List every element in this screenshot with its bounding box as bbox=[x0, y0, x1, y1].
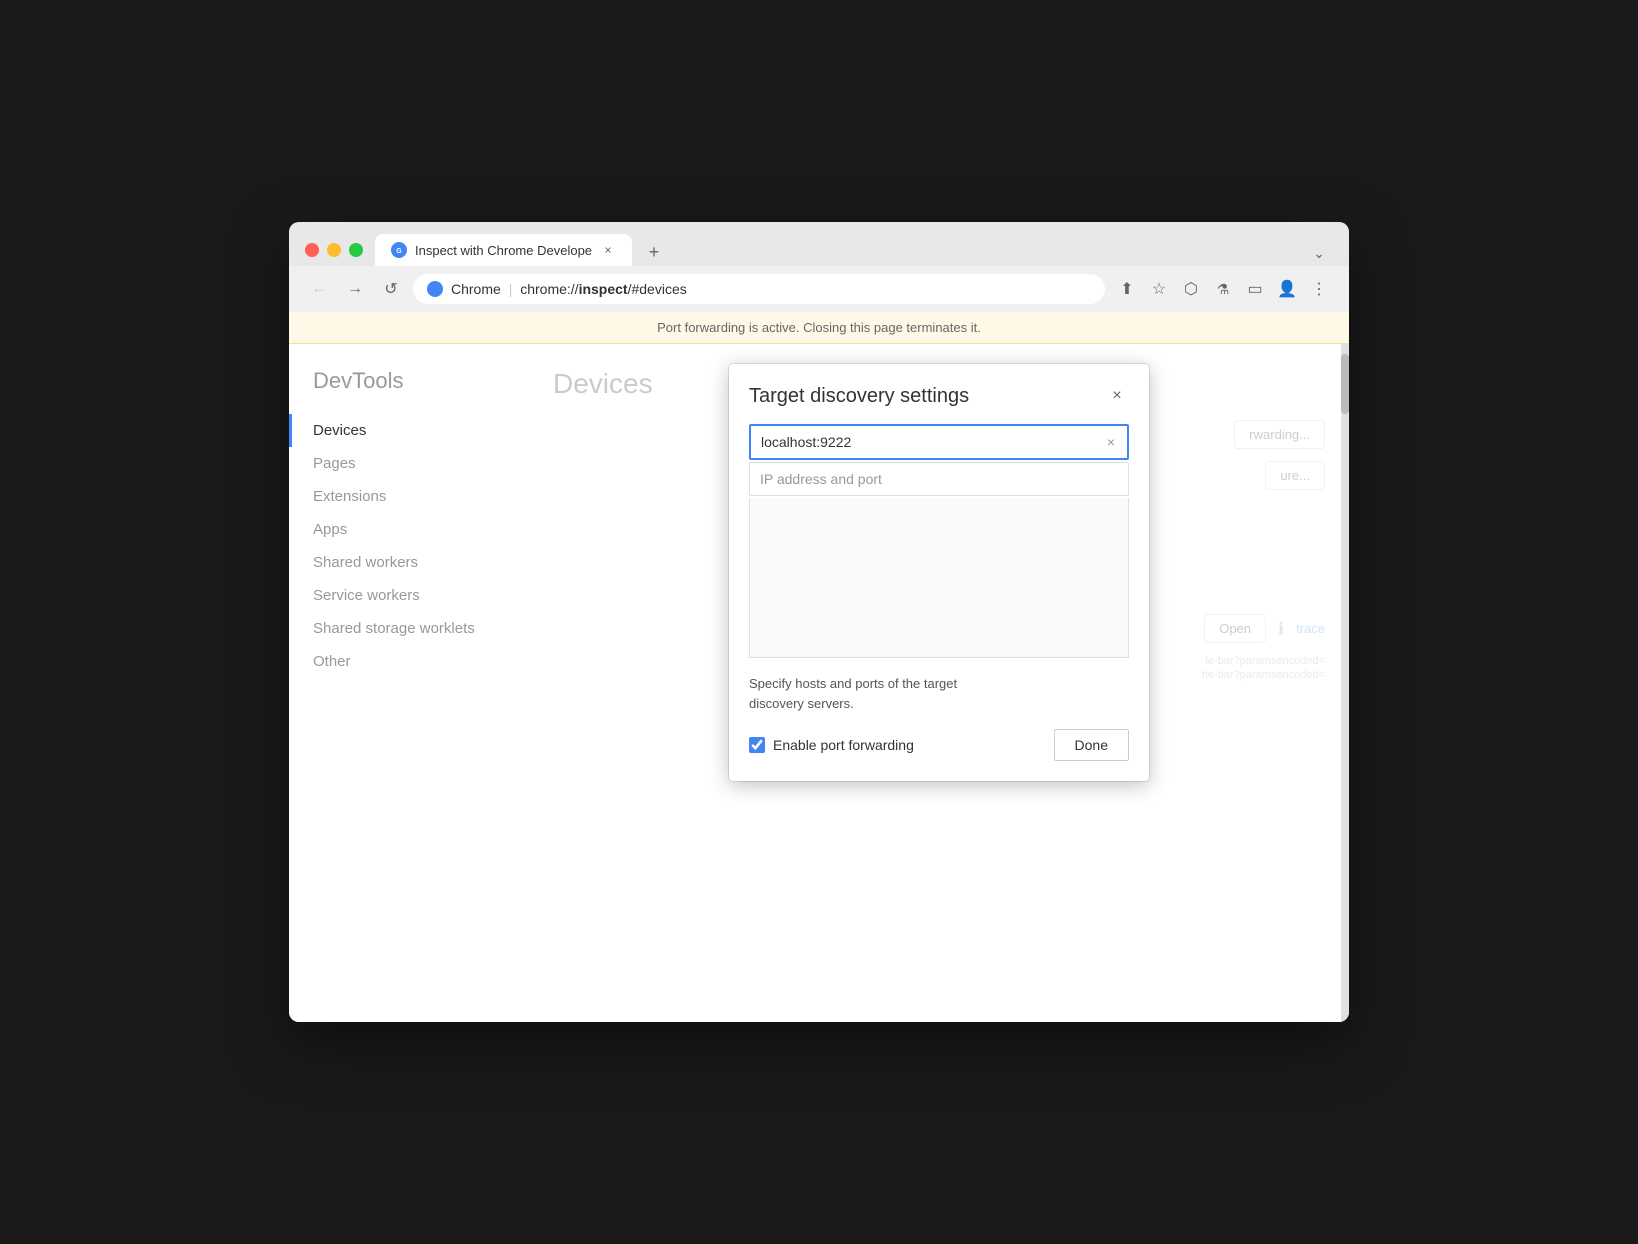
profile-button[interactable]: 👤 bbox=[1273, 275, 1301, 303]
address-url-bold: inspect bbox=[579, 281, 628, 297]
share-button[interactable]: ⬆ bbox=[1113, 275, 1141, 303]
window-controls bbox=[305, 243, 363, 257]
toolbar-icons: ⬆ ☆ ⬡ ⚗ ▭ 👤 ⋮ bbox=[1113, 275, 1333, 303]
sidebar: DevTools Devices Pages Extensions Apps S… bbox=[289, 344, 529, 1022]
address-url-suffix: /#devices bbox=[628, 281, 687, 297]
devtools-button[interactable]: ⚗ bbox=[1209, 275, 1237, 303]
notification-banner: Port forwarding is active. Closing this … bbox=[289, 312, 1349, 344]
address-site-label: Chrome bbox=[451, 281, 501, 297]
bookmark-button[interactable]: ☆ bbox=[1145, 275, 1173, 303]
puzzle-icon: ⬡ bbox=[1184, 279, 1198, 299]
enable-port-forwarding-row: Enable port forwarding bbox=[749, 737, 914, 753]
main-content: Devices rwarding... ure... bbox=[529, 344, 1349, 1022]
sidebar-item-shared-storage-label: Shared storage worklets bbox=[313, 620, 475, 637]
active-input-row: × bbox=[749, 424, 1129, 460]
placeholder-text: IP address and port bbox=[760, 471, 882, 487]
tab-title: Inspect with Chrome Develope bbox=[415, 243, 592, 258]
target-discovery-dialog: Target discovery settings × × IP address… bbox=[729, 364, 1149, 781]
sidebar-item-shared-storage[interactable]: Shared storage worklets bbox=[289, 612, 529, 645]
dialog-header: Target discovery settings × bbox=[749, 384, 1129, 408]
sidebar-item-apps[interactable]: Apps bbox=[289, 513, 529, 546]
done-button[interactable]: Done bbox=[1054, 729, 1129, 761]
split-view-button[interactable]: ▭ bbox=[1241, 275, 1269, 303]
scroll-thumb bbox=[1341, 354, 1349, 414]
host-input[interactable] bbox=[751, 426, 1099, 458]
share-icon: ⬆ bbox=[1120, 279, 1133, 299]
tab-close-button[interactable]: × bbox=[600, 242, 616, 258]
svg-text:G: G bbox=[396, 248, 402, 255]
entries-area bbox=[749, 498, 1129, 658]
reload-button[interactable]: ↺ bbox=[377, 275, 405, 303]
description-text: Specify hosts and ports of the target di… bbox=[749, 674, 1129, 713]
sidebar-item-pages[interactable]: Pages bbox=[289, 447, 529, 480]
sidebar-item-devices-label: Devices bbox=[313, 422, 366, 439]
browser-window: G Inspect with Chrome Develope × + ⌄ ← →… bbox=[289, 222, 1349, 1022]
maximize-window-button[interactable] bbox=[349, 243, 363, 257]
flask-icon: ⚗ bbox=[1217, 281, 1230, 298]
sidebar-item-apps-label: Apps bbox=[313, 521, 347, 538]
bookmark-icon: ☆ bbox=[1152, 279, 1166, 299]
sidebar-item-service-workers[interactable]: Service workers bbox=[289, 579, 529, 612]
placeholder-input-row[interactable]: IP address and port bbox=[749, 462, 1129, 496]
dialog-footer: Enable port forwarding Done bbox=[749, 729, 1129, 761]
address-favicon-icon bbox=[427, 281, 443, 297]
address-bar: ← → ↺ Chrome | chrome://inspect/#devices… bbox=[289, 266, 1349, 312]
sidebar-item-service-workers-label: Service workers bbox=[313, 587, 420, 604]
tab-favicon-icon: G bbox=[391, 242, 407, 258]
notification-text: Port forwarding is active. Closing this … bbox=[657, 320, 981, 335]
address-separator: | bbox=[509, 281, 513, 297]
split-icon: ▭ bbox=[1247, 279, 1262, 299]
close-window-button[interactable] bbox=[305, 243, 319, 257]
menu-button[interactable]: ⋮ bbox=[1305, 275, 1333, 303]
dots-vertical-icon: ⋮ bbox=[1311, 279, 1327, 299]
extension-button[interactable]: ⬡ bbox=[1177, 275, 1205, 303]
sidebar-item-extensions-label: Extensions bbox=[313, 488, 386, 505]
sidebar-item-shared-workers[interactable]: Shared workers bbox=[289, 546, 529, 579]
scroll-bar[interactable] bbox=[1341, 344, 1349, 1022]
sidebar-item-pages-label: Pages bbox=[313, 455, 356, 472]
tabs-area: G Inspect with Chrome Develope × + ⌄ bbox=[375, 234, 1333, 266]
address-bar-input-wrap[interactable]: Chrome | chrome://inspect/#devices bbox=[413, 274, 1105, 304]
title-bar: G Inspect with Chrome Develope × + ⌄ bbox=[289, 222, 1349, 266]
modal-overlay: Target discovery settings × × IP address… bbox=[529, 344, 1349, 1022]
enable-port-forwarding-checkbox[interactable] bbox=[749, 737, 765, 753]
tab-list-chevron-icon: ⌄ bbox=[1305, 241, 1333, 266]
sidebar-item-devices[interactable]: Devices bbox=[289, 414, 529, 447]
forward-button[interactable]: → bbox=[341, 275, 369, 303]
address-text: Chrome | chrome://inspect/#devices bbox=[451, 281, 1091, 297]
enable-port-forwarding-label: Enable port forwarding bbox=[773, 737, 914, 753]
sidebar-item-extensions[interactable]: Extensions bbox=[289, 480, 529, 513]
sidebar-item-other[interactable]: Other bbox=[289, 645, 529, 678]
sidebar-item-shared-workers-label: Shared workers bbox=[313, 554, 418, 571]
page-content: DevTools Devices Pages Extensions Apps S… bbox=[289, 344, 1349, 1022]
back-button[interactable]: ← bbox=[305, 275, 333, 303]
clear-icon: × bbox=[1107, 434, 1115, 450]
active-tab[interactable]: G Inspect with Chrome Develope × bbox=[375, 234, 632, 266]
sidebar-item-other-label: Other bbox=[313, 653, 351, 670]
sidebar-title: DevTools bbox=[289, 368, 529, 414]
address-url-prefix: chrome:// bbox=[520, 281, 578, 297]
dialog-title: Target discovery settings bbox=[749, 385, 969, 408]
profile-icon: 👤 bbox=[1277, 279, 1297, 299]
dialog-close-button[interactable]: × bbox=[1105, 384, 1129, 408]
input-clear-button[interactable]: × bbox=[1099, 430, 1123, 454]
minimize-window-button[interactable] bbox=[327, 243, 341, 257]
new-tab-button[interactable]: + bbox=[640, 238, 668, 266]
